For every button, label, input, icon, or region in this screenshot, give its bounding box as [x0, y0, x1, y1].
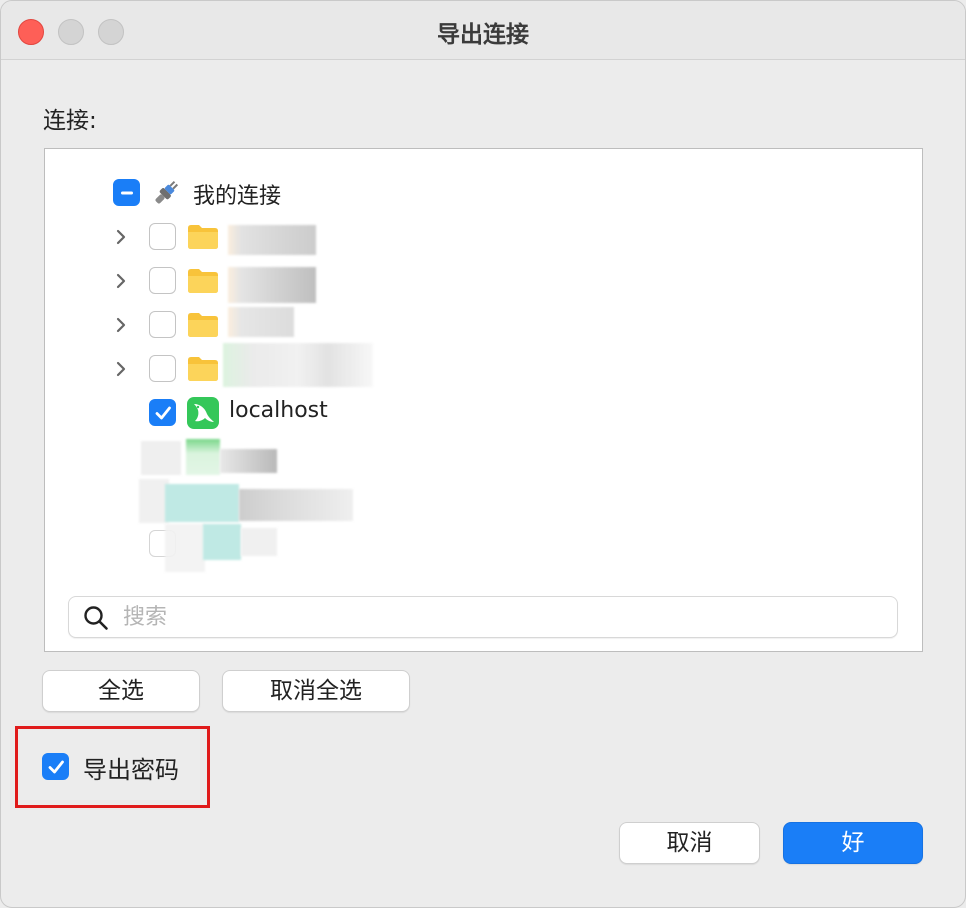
plug-icon	[149, 176, 183, 210]
mixed-state-icon	[121, 191, 133, 195]
connection-label: localhost	[229, 398, 328, 423]
window-title: 导出连接	[437, 22, 529, 48]
redacted-icon	[165, 484, 239, 522]
redacted-icon	[165, 524, 205, 572]
search-input[interactable]	[123, 601, 883, 633]
redacted-label	[239, 489, 353, 521]
search-field[interactable]	[68, 596, 898, 638]
tree-folder-row[interactable]	[45, 219, 922, 255]
redacted-label	[220, 449, 277, 473]
redacted-label	[241, 528, 277, 556]
tree-folder-row[interactable]	[45, 343, 922, 387]
redacted-label	[223, 343, 373, 387]
select-all-button[interactable]: 全选	[42, 670, 200, 712]
connection-tree: 我的连接 localhost 搜索	[44, 148, 923, 652]
tree-connection-row-redacted[interactable]	[45, 479, 922, 523]
tree-folder-row[interactable]	[45, 307, 922, 343]
tree-folder-row[interactable]	[45, 263, 922, 303]
connection-checkbox[interactable]	[149, 399, 176, 426]
folder-icon	[187, 356, 219, 382]
checkmark-icon	[48, 760, 64, 774]
folder-checkbox[interactable]	[149, 355, 176, 382]
search-icon	[83, 605, 109, 631]
chevron-right-icon[interactable]	[113, 358, 129, 380]
root-label: 我的连接	[193, 184, 282, 209]
folder-icon	[187, 268, 219, 294]
tree-connection-row[interactable]: localhost	[45, 395, 922, 431]
export-connections-dialog: 导出连接 连接: 我的连接 localhost 搜索 全选 取消全选 导出密码 …	[0, 0, 966, 908]
folder-checkbox[interactable]	[149, 223, 176, 250]
tree-connection-row-redacted[interactable]	[45, 439, 922, 475]
tree-connection-row-redacted[interactable]	[45, 524, 922, 572]
redacted-label	[228, 307, 294, 337]
mysql-dolphin-icon	[186, 396, 220, 430]
ok-button[interactable]: 好	[783, 822, 923, 864]
chevron-right-icon[interactable]	[113, 226, 129, 248]
folder-icon	[187, 224, 219, 250]
root-checkbox[interactable]	[113, 179, 140, 206]
folder-icon	[187, 312, 219, 338]
checkmark-icon	[155, 406, 171, 420]
export-password-label: 导出密码	[83, 756, 179, 784]
folder-checkbox[interactable]	[149, 311, 176, 338]
chevron-right-icon[interactable]	[113, 270, 129, 292]
connections-label: 连接:	[43, 108, 97, 134]
redacted-icon	[203, 524, 241, 560]
redacted-checkbox	[141, 441, 181, 475]
deselect-all-button[interactable]: 取消全选	[222, 670, 410, 712]
tree-root-row[interactable]: 我的连接	[45, 175, 922, 211]
folder-checkbox[interactable]	[149, 267, 176, 294]
chevron-right-icon[interactable]	[113, 314, 129, 336]
redacted-label	[228, 225, 316, 255]
cancel-button[interactable]: 取消	[619, 822, 760, 864]
redacted-icon	[186, 439, 220, 475]
redacted-label	[228, 267, 316, 303]
title-bar: 导出连接	[1, 1, 965, 60]
export-password-checkbox[interactable]	[42, 753, 69, 780]
